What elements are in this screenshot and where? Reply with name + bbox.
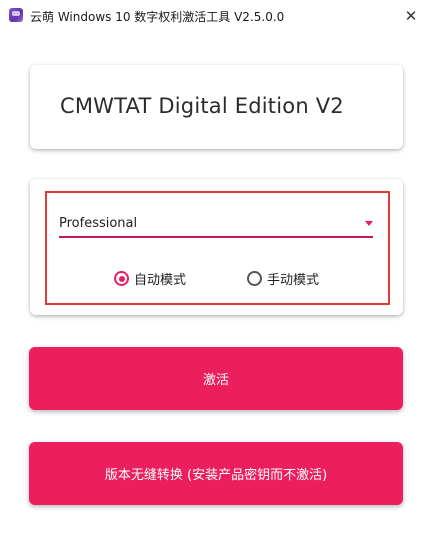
activate-button[interactable]: 激活	[29, 347, 403, 410]
radio-checked-icon	[114, 271, 129, 286]
edition-select[interactable]: Professional	[59, 212, 373, 238]
edition-selected-value: Professional	[59, 216, 138, 231]
auto-mode-radio[interactable]: 自动模式	[114, 269, 186, 288]
activate-button-label: 激活	[202, 373, 229, 388]
title-bar: 云萌 Windows 10 数字权利激活工具 V2.5.0.0 ✕	[0, 0, 434, 31]
manual-mode-label: 手动模式	[267, 273, 320, 288]
convert-edition-button-label: 版本无缝转换 (安装产品密钥而不激活)	[104, 468, 328, 483]
radio-unchecked-icon	[247, 271, 262, 286]
header-card: CMWTAT Digital Edition V2	[30, 65, 403, 149]
app-icon	[9, 8, 23, 22]
manual-mode-radio[interactable]: 手动模式	[247, 269, 319, 288]
close-button[interactable]: ✕	[388, 0, 434, 31]
window-title: 云萌 Windows 10 数字权利激活工具 V2.5.0.0	[30, 10, 285, 24]
convert-edition-button[interactable]: 版本无缝转换 (安装产品密钥而不激活)	[29, 442, 403, 505]
chevron-down-icon	[365, 221, 373, 226]
options-card	[30, 179, 403, 315]
auto-mode-label: 自动模式	[134, 273, 187, 288]
product-title: CMWTAT Digital Edition V2	[60, 94, 344, 118]
close-icon: ✕	[404, 6, 418, 25]
